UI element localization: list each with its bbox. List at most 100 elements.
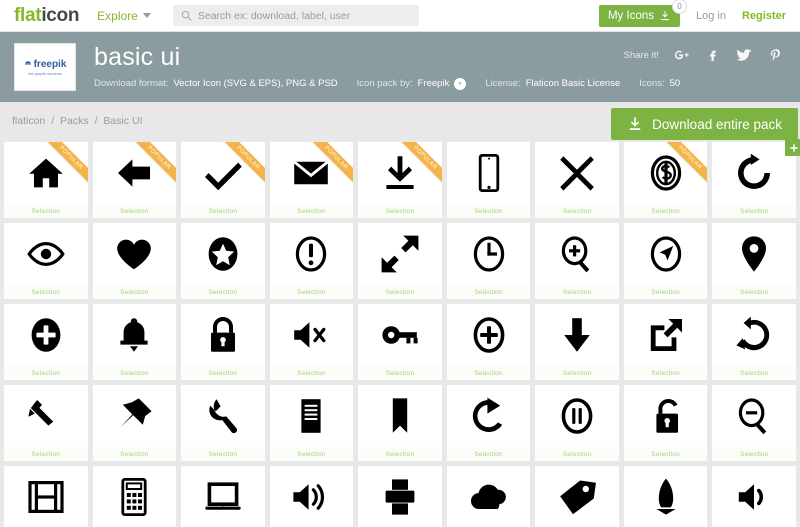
icon-cell[interactable]: POPULAR Selection <box>92 142 177 218</box>
download-entire-pack-button[interactable]: Download entire pack <box>611 108 798 140</box>
facebook-icon[interactable] <box>704 47 721 64</box>
breadcrumb-item-flaticon[interactable]: flaticon <box>12 115 45 127</box>
icon-cell[interactable]: Selection <box>4 223 88 299</box>
icon-cell[interactable]: POPULAR Selection <box>623 142 708 218</box>
icon-cell[interactable]: Selection <box>269 385 354 461</box>
pinterest-icon[interactable] <box>767 47 784 64</box>
add-to-collection-button[interactable] <box>785 139 800 156</box>
selection-label[interactable]: Selection <box>92 285 177 299</box>
icon-cell[interactable]: Selection <box>446 385 531 461</box>
icon-cell[interactable]: Selection <box>181 385 265 461</box>
icon-cell[interactable]: POPULAR Selection <box>269 142 354 218</box>
selection-label[interactable]: Selection <box>181 204 265 218</box>
selection-label[interactable]: Selection <box>623 447 708 461</box>
selection-label[interactable]: Selection <box>535 285 619 299</box>
selection-label[interactable]: Selection <box>269 204 354 218</box>
icon-cell[interactable]: Selection <box>4 385 88 461</box>
icon-cell[interactable]: Selection <box>358 466 442 527</box>
selection-label[interactable]: Selection <box>446 366 531 380</box>
icon-cell[interactable]: Selection <box>535 466 619 527</box>
selection-label[interactable]: Selection <box>712 366 796 380</box>
icon-cell[interactable]: Selection <box>712 304 796 380</box>
icon-cell[interactable]: Selection <box>358 304 442 380</box>
selection-label[interactable]: Selection <box>623 366 708 380</box>
icon-cell[interactable]: Selection <box>358 385 442 461</box>
icon-cell[interactable]: Selection <box>623 304 708 380</box>
selection-label[interactable]: Selection <box>4 204 88 218</box>
breadcrumb-item-basic-ui[interactable]: Basic UI <box>103 115 142 127</box>
selection-label[interactable]: Selection <box>712 204 796 218</box>
selection-label[interactable]: Selection <box>358 447 442 461</box>
search-box[interactable] <box>172 5 419 26</box>
selection-label[interactable]: Selection <box>4 285 88 299</box>
icon-cell[interactable]: Selection <box>181 223 265 299</box>
selection-label[interactable]: Selection <box>712 285 796 299</box>
icon-cell[interactable]: POPULAR Selection <box>4 142 88 218</box>
icon-cell[interactable]: Selection <box>623 466 708 527</box>
icon-cell[interactable]: Selection <box>712 223 796 299</box>
icon-cell[interactable]: Selection <box>181 304 265 380</box>
selection-label[interactable]: Selection <box>712 447 796 461</box>
register-link[interactable]: Register <box>742 10 786 22</box>
selection-label[interactable]: Selection <box>623 285 708 299</box>
icon-cell[interactable]: Selection <box>92 223 177 299</box>
selection-label[interactable]: Selection <box>4 447 88 461</box>
selection-label[interactable]: Selection <box>358 366 442 380</box>
selection-label[interactable]: Selection <box>181 447 265 461</box>
selection-label[interactable]: Selection <box>269 285 354 299</box>
icon-cell[interactable]: POPULAR Selection <box>181 142 265 218</box>
selection-label[interactable]: Selection <box>92 447 177 461</box>
icon-cell[interactable]: Selection <box>4 304 88 380</box>
icon-cell[interactable]: Selection <box>4 466 88 527</box>
selection-label[interactable]: Selection <box>4 366 88 380</box>
selection-label[interactable]: Selection <box>358 204 442 218</box>
my-icons-button[interactable]: My Icons 0 <box>598 0 687 27</box>
icon-cell[interactable]: Selection <box>446 142 531 218</box>
icon-cell[interactable]: Selection <box>712 466 796 527</box>
icon-cell[interactable]: POPULAR Selection <box>358 142 442 218</box>
selection-label[interactable]: Selection <box>269 366 354 380</box>
icon-cell[interactable]: Selection <box>92 304 177 380</box>
google-plus-icon[interactable] <box>673 47 690 64</box>
selection-label[interactable]: Selection <box>358 285 442 299</box>
icon-cell[interactable]: Selection <box>92 466 177 527</box>
icon-cell[interactable]: Selection <box>269 466 354 527</box>
selection-label[interactable]: Selection <box>92 366 177 380</box>
twitter-icon[interactable] <box>735 46 753 64</box>
selection-label[interactable]: Selection <box>181 285 265 299</box>
selection-label[interactable]: Selection <box>623 204 708 218</box>
license-value[interactable]: Flaticon Basic License <box>526 78 621 89</box>
selection-label[interactable]: Selection <box>269 447 354 461</box>
icon-cell[interactable]: Selection <box>446 304 531 380</box>
icon-cell[interactable]: Selection <box>623 223 708 299</box>
selection-label[interactable]: Selection <box>535 366 619 380</box>
icon-cell[interactable]: Selection <box>712 142 796 218</box>
site-logo[interactable]: flaticon <box>14 6 79 25</box>
selection-label[interactable]: Selection <box>181 366 265 380</box>
icon-cell[interactable]: Selection <box>358 223 442 299</box>
selection-label[interactable]: Selection <box>92 204 177 218</box>
icon-cell[interactable]: Selection <box>535 304 619 380</box>
icon-cell[interactable]: Selection <box>92 385 177 461</box>
pack-thumbnail[interactable]: freepik free graphic resources <box>14 43 76 91</box>
breadcrumb-item-packs[interactable]: Packs <box>60 115 89 127</box>
icon-cell[interactable]: Selection <box>535 142 619 218</box>
icon-cell[interactable]: Selection <box>712 385 796 461</box>
search-input[interactable] <box>197 9 411 22</box>
icon-cell[interactable]: Selection <box>269 223 354 299</box>
icon-cell[interactable]: Selection <box>446 466 531 527</box>
selection-label[interactable]: Selection <box>535 447 619 461</box>
selection-label[interactable]: Selection <box>535 204 619 218</box>
selection-label[interactable]: Selection <box>446 447 531 461</box>
explore-menu[interactable]: Explore <box>97 9 151 23</box>
icon-cell[interactable]: Selection <box>535 385 619 461</box>
icon-cell[interactable]: Selection <box>269 304 354 380</box>
icon-cell[interactable]: Selection <box>446 223 531 299</box>
selection-label[interactable]: Selection <box>446 285 531 299</box>
login-link[interactable]: Log in <box>696 10 726 22</box>
icon-cell[interactable]: Selection <box>623 385 708 461</box>
icon-cell[interactable]: Selection <box>535 223 619 299</box>
icon-cell[interactable]: Selection <box>181 466 265 527</box>
author-value[interactable]: Freepik <box>418 78 450 89</box>
selection-label[interactable]: Selection <box>446 204 531 218</box>
